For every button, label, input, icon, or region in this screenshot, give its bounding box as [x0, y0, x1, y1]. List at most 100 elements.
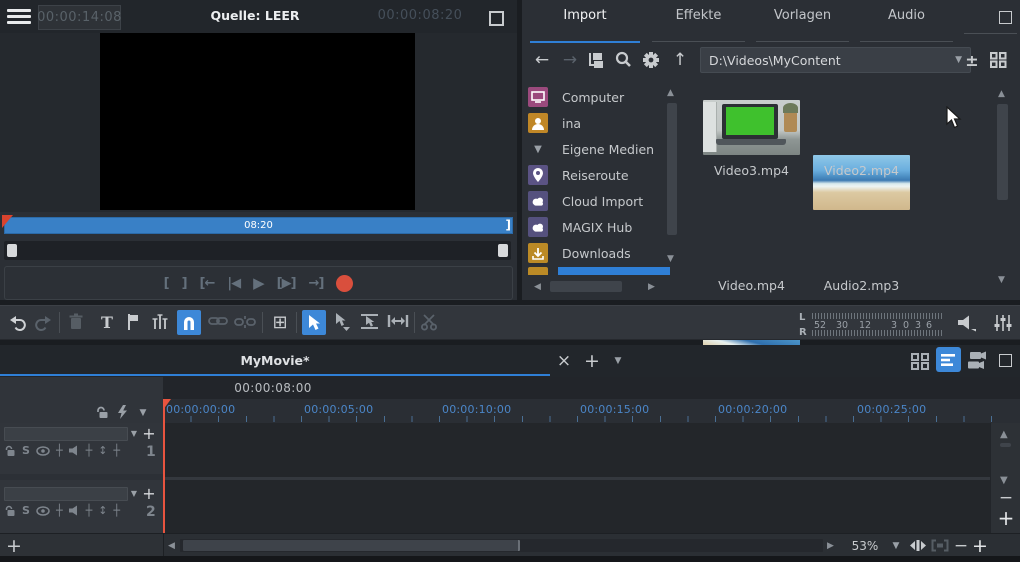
track-audio-fade-icon[interactable]: ┼ [86, 444, 93, 457]
tree-item-reiseroute[interactable]: Reiseroute [528, 162, 683, 188]
snap-magnet-icon[interactable] [177, 310, 201, 335]
mouse-mode-all-tracks-icon[interactable] [360, 312, 379, 331]
track-solo-button[interactable]: S [22, 444, 30, 457]
unlink-icon[interactable] [234, 314, 256, 330]
zoom-level-label[interactable]: 53% [846, 539, 884, 553]
project-tab[interactable]: MyMovie* [0, 345, 550, 377]
tree-vscrollbar[interactable]: ▲ ▼ [665, 84, 679, 274]
add-track-icon[interactable]: + [4, 534, 24, 557]
scrub-left-handle[interactable] [7, 244, 17, 257]
scroll-down-icon[interactable]: ▼ [998, 275, 1005, 285]
track-video-fade-icon[interactable]: ┼ [56, 444, 63, 457]
close-project-icon[interactable]: × [554, 349, 574, 373]
stretch-mode-icon[interactable] [387, 312, 409, 330]
header-dropdown-icon[interactable]: ▼ [136, 407, 150, 419]
tree-item-magix-hub[interactable]: MAGIX Hub [528, 214, 683, 240]
monitor-maximize-button[interactable] [489, 11, 504, 26]
project-list-dropdown-icon[interactable]: ▼ [610, 353, 626, 369]
track-lock-icon[interactable] [4, 505, 16, 517]
tree-item-ina[interactable]: ina [528, 110, 683, 136]
menu-icon[interactable] [7, 6, 31, 27]
redo-icon[interactable] [33, 313, 53, 331]
vertical-zoom-in-icon[interactable]: + [997, 507, 1015, 529]
tab-vorlagen[interactable]: Vorlagen [756, 0, 849, 42]
range-playhead-marker[interactable] [2, 215, 13, 228]
playhead-line[interactable] [163, 399, 165, 533]
zoom-dropdown-icon[interactable]: ▼ [889, 540, 903, 552]
file-thumbnail-video3[interactable] [703, 100, 800, 155]
title-text-icon[interactable]: T [97, 312, 117, 333]
scissors-icon[interactable] [420, 313, 439, 331]
tab-effekte[interactable]: Effekte [652, 0, 745, 42]
marker-flag-icon[interactable] [125, 313, 141, 331]
zoom-fit-width-icon[interactable] [909, 539, 927, 552]
link-icon[interactable] [208, 314, 228, 328]
tree-hscroll-thumb[interactable] [550, 281, 622, 292]
tab-audio[interactable]: Audio [860, 0, 953, 42]
forward-icon[interactable]: → [560, 48, 580, 72]
track-mute-icon[interactable] [69, 505, 80, 516]
timeline-hscroll-thumb[interactable] [183, 540, 520, 551]
thumbnail-view-icon[interactable] [990, 52, 1007, 68]
scroll-up-icon[interactable]: ▲ [667, 88, 674, 98]
mouse-mode-pointer-icon[interactable] [302, 310, 326, 335]
range-end-bracket[interactable]: ] [506, 218, 511, 232]
track-name-input[interactable] [4, 487, 128, 501]
search-icon[interactable] [614, 51, 632, 69]
gear-icon[interactable] [642, 51, 660, 69]
vertical-zoom-out-icon[interactable]: − [997, 489, 1015, 507]
tree-item-eigene-medien[interactable]: ▼ Eigene Medien [528, 136, 683, 162]
track-solo-button[interactable]: S [22, 504, 30, 517]
lock-all-icon[interactable] [95, 406, 109, 419]
track-vscroll-thumb[interactable] [1000, 443, 1011, 447]
track-curve-icon[interactable]: ┼ [113, 444, 120, 457]
jump-start-button[interactable]: [← [200, 276, 215, 291]
tree-item-downloads[interactable]: Downloads [528, 240, 683, 266]
mouse-mode-single-icon[interactable] [333, 312, 351, 331]
path-dropdown[interactable]: D:\Videos\MyContent ▼ [700, 47, 971, 73]
timeline-maximize-button[interactable] [999, 354, 1012, 367]
optimize-view-icon[interactable]: ⊞ [268, 310, 292, 335]
timeline-zoom-out-icon[interactable]: − [952, 534, 970, 557]
scroll-right-icon[interactable]: ▶ [648, 282, 655, 292]
multicam-mode-icon[interactable] [966, 351, 988, 370]
range-bar[interactable]: 08:20 ] [4, 217, 513, 234]
import-maximize-button[interactable] [999, 11, 1012, 24]
scroll-left-icon[interactable]: ◀ [168, 541, 175, 551]
mixer-icon[interactable] [994, 314, 1013, 332]
track-height-icon[interactable]: ↕ [98, 504, 107, 517]
tab-import[interactable]: Import [530, 0, 640, 43]
track-lane-1[interactable] [163, 423, 990, 477]
object-levels-icon[interactable] [151, 313, 169, 331]
speaker-icon[interactable] [957, 314, 977, 332]
track-visibility-icon[interactable] [36, 506, 50, 516]
scroll-up-icon[interactable]: ▲ [998, 89, 1005, 99]
import-export-icon[interactable]: ± [962, 48, 982, 72]
scrub-right-handle[interactable] [498, 244, 508, 257]
timeline-hscrollbar[interactable] [180, 539, 823, 552]
track-mute-icon[interactable] [69, 445, 80, 456]
timecode-in-field[interactable]: 00:00:14:08 [38, 5, 121, 30]
track-lock-icon[interactable] [4, 445, 16, 457]
track-dropdown-icon[interactable]: ▼ [128, 487, 140, 499]
play-button[interactable]: ▶ [253, 274, 264, 292]
set-out-button[interactable]: ] [182, 276, 187, 291]
files-vscrollbar[interactable]: ▲ ▼ [995, 84, 1011, 296]
trash-icon[interactable] [67, 313, 85, 331]
track-name-input[interactable] [4, 427, 128, 441]
playhead-marker[interactable] [163, 399, 171, 410]
track-lane-2[interactable] [163, 480, 990, 533]
play-range-button[interactable]: [▶] [277, 276, 296, 291]
folder-tree-icon[interactable] [586, 51, 604, 69]
timeline-mode-icon[interactable] [936, 347, 961, 372]
track-video-fade-icon[interactable]: ┼ [56, 504, 63, 517]
tree-item-computer[interactable]: Computer [528, 84, 683, 110]
jump-end-button[interactable]: →] [309, 276, 324, 291]
files-vscroll-thumb[interactable] [997, 104, 1008, 200]
timeline-ruler[interactable]: 00:00:00:00 00:00:05:00 00:00:10:00 00:0… [163, 399, 1020, 424]
expand-chevron-icon[interactable]: ▼ [528, 139, 548, 159]
scroll-right-icon[interactable]: ▶ [827, 541, 834, 551]
timeline-zoom-in-icon[interactable]: + [970, 534, 990, 557]
record-button[interactable] [336, 275, 353, 292]
scroll-up-icon[interactable]: ▲ [1000, 429, 1008, 440]
